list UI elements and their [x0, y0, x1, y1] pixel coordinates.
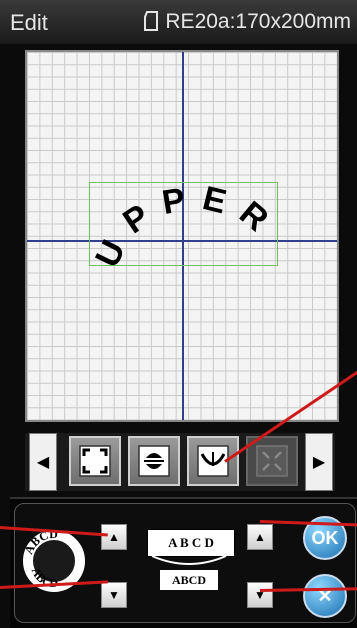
up-arrow-icon-2: ▲: [254, 530, 266, 544]
up-arrow-icon: ▲: [108, 530, 120, 544]
mode-label: Edit: [10, 10, 48, 35]
flat-text-label: A B C D: [147, 529, 235, 557]
right-arrow-icon: ▶: [312, 454, 326, 471]
cancel-button[interactable]: ✕: [303, 574, 347, 618]
hoop-size-text: RE20a:170x200mm: [165, 10, 351, 33]
ok-label: OK: [311, 527, 339, 548]
spacing-decrease-button[interactable]: ▼: [247, 582, 273, 608]
scroll-left-button[interactable]: ◀: [29, 433, 57, 491]
fit-frame-button[interactable]: [69, 436, 121, 486]
arc-text-content: UPPER: [88, 179, 272, 274]
arc-text-design[interactable]: UPPER: [87, 172, 287, 282]
svg-text:UPPER: UPPER: [88, 179, 286, 274]
fit-frame-icon: [79, 445, 111, 477]
arc-text-label: ABCD: [160, 570, 218, 590]
scroll-right-button[interactable]: ▶: [305, 433, 333, 491]
spacing-increase-button[interactable]: ▲: [247, 524, 273, 550]
align-icon: [138, 445, 170, 477]
arc-decrease-button[interactable]: ▼: [101, 582, 127, 608]
down-arrow-icon: ▼: [108, 588, 120, 602]
title-bar: Edit RE20a:170x200mm: [0, 0, 357, 44]
arc-increase-button[interactable]: ▲: [101, 524, 127, 550]
arc-shape-icon: [151, 555, 227, 565]
align-button[interactable]: [128, 436, 180, 486]
arc-edit-icon: [256, 445, 288, 477]
design-canvas[interactable]: UPPER: [25, 50, 339, 422]
arc-text-button[interactable]: [187, 436, 239, 486]
arc-settings-panel: ABCD ABCD ▲ ▼ A B C D ABCD ▲ ▼ OK ✕: [10, 497, 357, 628]
left-arrow-icon: ◀: [36, 454, 50, 471]
hoop-icon: [144, 11, 159, 31]
hoop-info: RE20a:170x200mm: [143, 10, 351, 34]
tool-row: ◀ ▶: [25, 433, 335, 491]
